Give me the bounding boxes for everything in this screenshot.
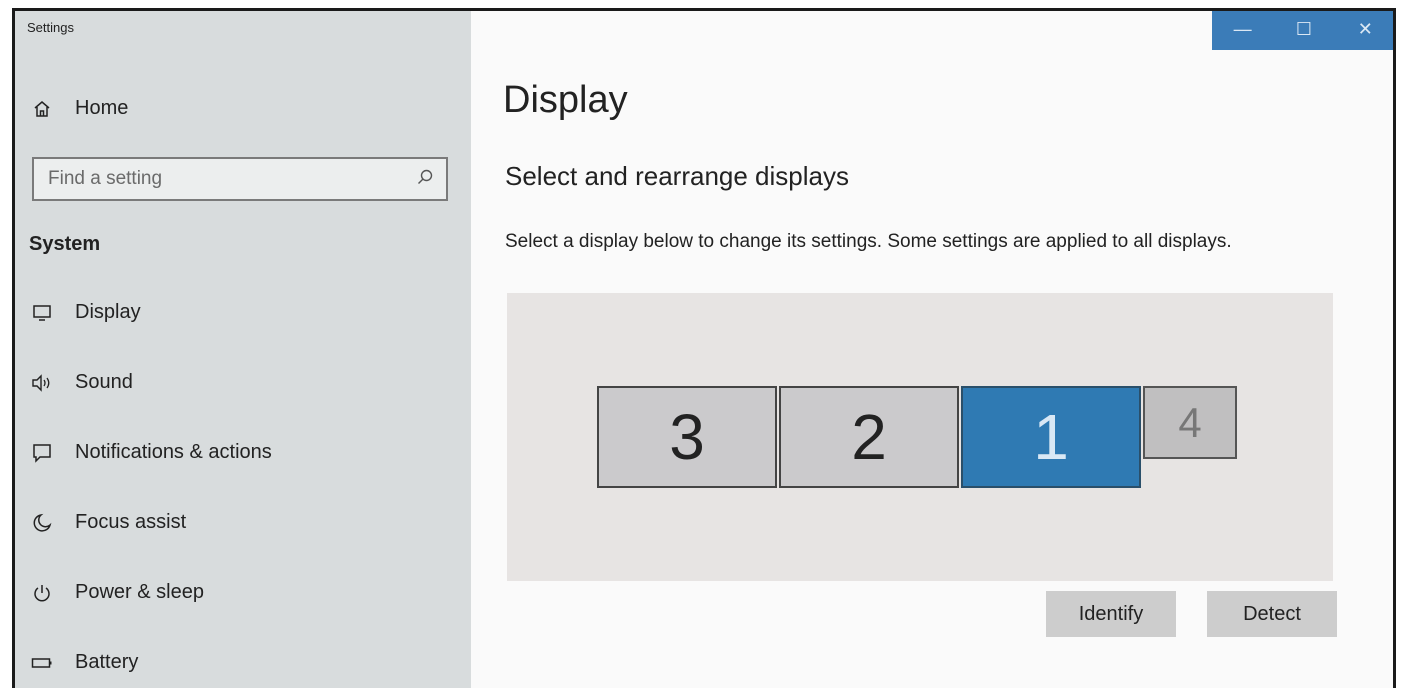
power-icon	[29, 582, 55, 604]
sidebar-item-label: Display	[75, 301, 141, 323]
sidebar-item-label: Sound	[75, 371, 133, 393]
monitor-icon	[29, 302, 55, 324]
search-icon[interactable]	[416, 168, 434, 191]
sidebar-item-home[interactable]: Home	[29, 97, 128, 120]
sidebar-item-label: Power & sleep	[75, 581, 204, 603]
maximize-button[interactable]: ☐	[1284, 14, 1324, 44]
section-description: Select a display below to change its set…	[505, 231, 1232, 252]
sidebar-item-label: Focus assist	[75, 511, 187, 533]
main-content: — ☐ ✕ Display Select and rearrange displ…	[471, 11, 1393, 688]
sidebar-item-sound[interactable]: Sound	[29, 371, 133, 394]
detect-button[interactable]: Detect	[1207, 591, 1337, 637]
sidebar-item-power-sleep[interactable]: Power & sleep	[29, 581, 204, 604]
sidebar-item-notifications[interactable]: Notifications & actions	[29, 441, 272, 464]
page-title: Display	[503, 79, 628, 121]
window-controls: — ☐ ✕	[1212, 11, 1393, 50]
display-arrangement-area[interactable]: 3 2 1 4	[507, 293, 1333, 581]
monitor-1[interactable]: 1	[961, 386, 1141, 488]
sidebar-item-label: Notifications & actions	[75, 441, 272, 463]
minimize-button[interactable]: —	[1223, 14, 1263, 44]
notification-icon	[29, 442, 55, 464]
sidebar-item-label: Home	[75, 97, 129, 119]
home-icon	[29, 98, 55, 120]
monitor-4[interactable]: 4	[1143, 386, 1237, 459]
search-input[interactable]	[46, 167, 416, 191]
moon-icon	[29, 512, 55, 534]
close-button[interactable]: ✕	[1345, 14, 1385, 44]
section-title: Select and rearrange displays	[505, 161, 849, 191]
sidebar-item-display[interactable]: Display	[29, 301, 141, 324]
sidebar-item-focus-assist[interactable]: Focus assist	[29, 511, 186, 534]
sidebar: Settings Home System Display Sound	[15, 11, 471, 688]
monitor-3[interactable]: 3	[597, 386, 777, 488]
identify-button[interactable]: Identify	[1046, 591, 1176, 637]
settings-window: Settings Home System Display Sound	[12, 8, 1396, 688]
section-label-system: System	[29, 233, 101, 255]
sidebar-item-battery[interactable]: Battery	[29, 651, 138, 674]
search-field[interactable]	[32, 157, 448, 201]
app-title: Settings	[27, 20, 74, 35]
sidebar-item-label: Battery	[75, 651, 139, 673]
speaker-icon	[29, 372, 55, 394]
battery-icon	[29, 652, 55, 674]
monitor-2[interactable]: 2	[779, 386, 959, 488]
